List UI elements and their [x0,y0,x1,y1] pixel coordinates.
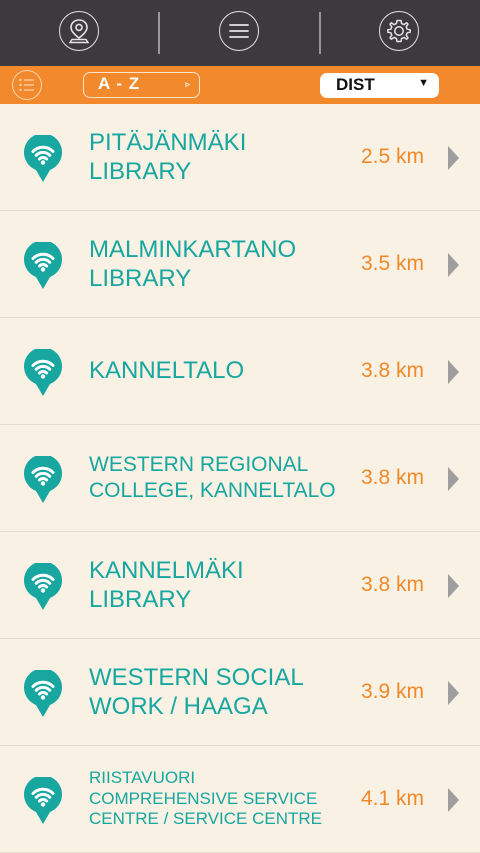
location-distance: 3.8 km [360,359,424,382]
location-name: MALMINKARTANO LIBRARY [89,235,297,292]
sort-az-label: A - Z [98,74,141,93]
dropdown-arrow-icon: ▼ [418,77,429,89]
wifi-pin-icon [24,242,62,289]
location-distance: 3.5 km [360,252,424,275]
play-arrow-icon: ▹ [185,79,190,89]
wifi-pin-icon [24,456,62,503]
filter-bar: A - Z ▹ DIST ▼ [0,66,480,104]
chevron-right-icon [448,360,459,384]
sort-az-button[interactable]: A - Z ▹ [83,72,200,98]
top-toolbar [0,0,480,66]
wifi-pin-icon [24,135,62,182]
list-item[interactable]: KANNELTALO 3.8 km [0,318,480,425]
chevron-right-icon [448,681,459,705]
list-item[interactable]: PITÄJÄNMÄKI LIBRARY 2.5 km [0,104,480,211]
wifi-pin-icon [24,670,62,717]
location-name: RIISTAVUORI COMPREHENSIVE SERVICE CENTRE… [89,767,323,829]
wifi-pin-icon [24,777,62,824]
wifi-pin-icon [24,349,62,396]
sort-select[interactable]: DIST ▼ [320,73,439,98]
chevron-right-icon [448,788,459,812]
location-distance: 2.5 km [360,145,424,168]
list-item[interactable]: RIISTAVUORI COMPREHENSIVE SERVICE CENTRE… [0,746,480,853]
list-item[interactable]: WESTERN SOCIAL WORK / HAAGA 3.9 km [0,639,480,746]
toolbar-divider [158,12,160,54]
chevron-right-icon [448,146,459,170]
sort-select-value: DIST [336,75,375,94]
location-name: WESTERN REGIONAL COLLEGE, KANNELTALO [89,453,336,502]
location-distance: 3.9 km [360,680,424,703]
list-icon[interactable] [12,70,42,100]
chevron-right-icon [448,467,459,491]
location-name: PITÄJÄNMÄKI LIBRARY [89,128,247,185]
list-item[interactable]: KANNELMÄKI LIBRARY 3.8 km [0,532,480,639]
list-item[interactable]: MALMINKARTANO LIBRARY 3.5 km [0,211,480,318]
list-item[interactable]: WESTERN REGIONAL COLLEGE, KANNELTALO 3.8… [0,425,480,532]
location-name: KANNELTALO [89,357,245,385]
menu-icon[interactable] [219,11,259,51]
location-distance: 3.8 km [360,466,424,489]
chevron-right-icon [448,253,459,277]
location-name: WESTERN SOCIAL WORK / HAAGA [89,663,303,720]
location-list: PITÄJÄNMÄKI LIBRARY 2.5 km MALMINKARTANO… [0,104,480,853]
toolbar-divider [319,12,321,54]
wifi-pin-icon [24,563,62,610]
location-distance: 4.1 km [360,787,424,810]
chevron-right-icon [448,574,459,598]
location-name: KANNELMÄKI LIBRARY [89,556,244,613]
gear-icon[interactable] [379,11,419,51]
location-distance: 3.8 km [360,573,424,596]
location-pin-icon[interactable] [59,11,99,51]
